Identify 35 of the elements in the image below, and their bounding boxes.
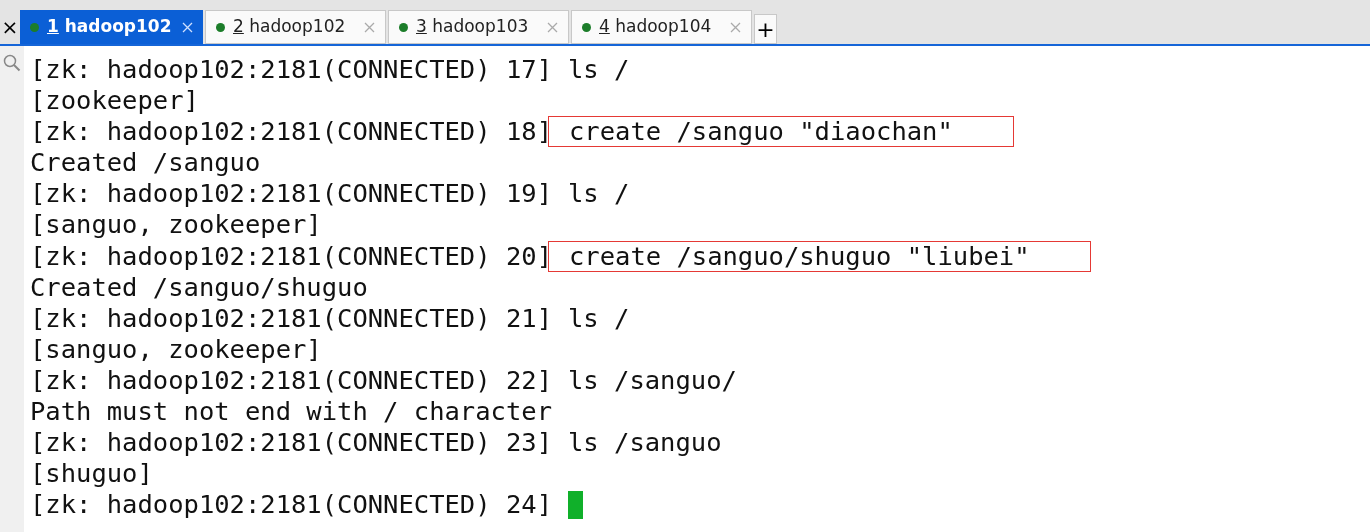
tab-label: 4 hadoop104: [599, 15, 712, 39]
close-all-button[interactable]: ×: [0, 10, 20, 44]
terminal-output: [zookeeper]: [30, 85, 200, 117]
terminal-prompt: [zk: hadoop102:2181(CONNECTED) 22]: [30, 364, 552, 397]
terminal-command: ls /sanguo: [567, 427, 722, 459]
terminal-prompt: [zk: hadoop102:2181(CONNECTED) 23]: [30, 427, 552, 459]
tab[interactable]: 2 hadoop102: [205, 10, 386, 44]
terminal-output: Path must not end with / character: [30, 396, 553, 428]
close-icon[interactable]: [730, 21, 741, 33]
new-tab-button[interactable]: +: [754, 14, 777, 44]
terminal-output: Created /sanguo/shuguo: [30, 271, 369, 303]
terminal-command: create /sanguo "diaochan": [548, 116, 1014, 148]
terminal-output: Created /sanguo: [30, 147, 262, 179]
terminal-command: ls /: [567, 302, 630, 334]
terminal-prompt: [zk: hadoop102:2181(CONNECTED) 24]: [30, 489, 552, 521]
close-icon[interactable]: [547, 21, 558, 33]
terminal-output: [shuguo]: [30, 458, 154, 490]
tab[interactable]: 3 hadoop103: [388, 10, 569, 44]
tab-label: 2 hadoop102: [233, 15, 346, 39]
tab-label: 3 hadoop103: [416, 15, 529, 39]
terminal-command: ls /: [567, 178, 630, 210]
tab[interactable]: 1 hadoop102: [20, 10, 203, 44]
terminal-output: [sanguo, zookeeper]: [30, 333, 323, 365]
tab[interactable]: 4 hadoop104: [571, 10, 752, 44]
terminal-command: create /sanguo/shuguo "liubei": [548, 240, 1091, 272]
terminal-command: ls /sanguo/: [567, 364, 737, 397]
terminal-prompt: [zk: hadoop102:2181(CONNECTED) 17]: [30, 54, 552, 86]
close-icon[interactable]: [364, 21, 375, 33]
terminal-prompt: [zk: hadoop102:2181(CONNECTED) 21]: [30, 302, 552, 334]
tab-label: 1 hadoop102: [47, 15, 172, 39]
terminal-command: ls /: [567, 54, 630, 86]
text-cursor: [568, 490, 583, 519]
terminal-prompt: [zk: hadoop102:2181(CONNECTED) 19]: [30, 178, 552, 210]
search-icon[interactable]: [3, 54, 21, 72]
terminal-output: [sanguo, zookeeper]: [30, 209, 323, 241]
